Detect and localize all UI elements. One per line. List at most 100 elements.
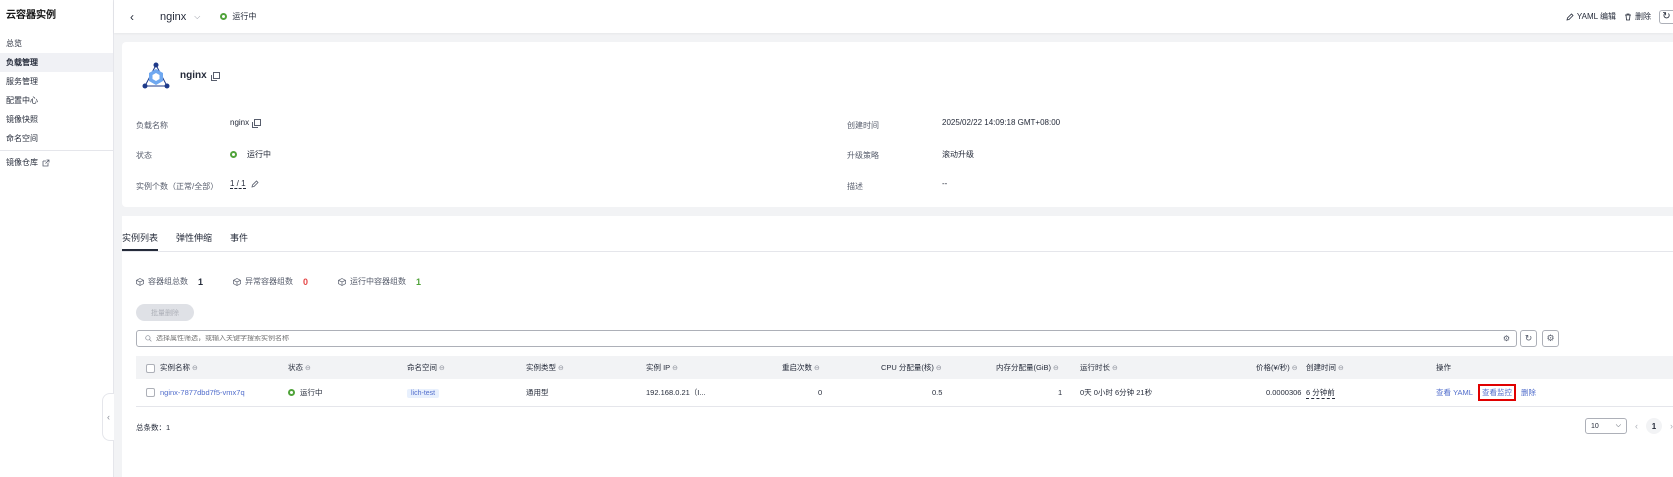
sidebar-item-label: 镜像快照 xyxy=(6,115,38,124)
back-arrow-icon[interactable]: ‹ xyxy=(130,10,140,24)
sidebar-item-workloads[interactable]: 负载管理 xyxy=(0,53,113,72)
sidebar-item-services[interactable]: 服务管理 xyxy=(0,72,113,91)
col-status[interactable]: 状态 xyxy=(288,362,311,373)
sidebar-divider xyxy=(0,150,114,151)
value-upgrade: 滚动升级 xyxy=(942,150,974,159)
sidebar-collapse-handle[interactable]: ‹ xyxy=(102,393,114,441)
row-checkbox[interactable] xyxy=(146,388,155,398)
search-bar[interactable]: ⚙ xyxy=(136,330,1517,347)
sidebar-item-label: 镜像仓库 xyxy=(6,158,38,167)
label-upgrade: 升级策略 xyxy=(847,151,879,160)
batch-delete-button[interactable]: 批量删除 xyxy=(136,304,194,321)
cube-icon xyxy=(136,277,144,286)
cell-type: 通用型 xyxy=(526,388,549,397)
search-icon xyxy=(145,335,152,342)
page-size-select[interactable]: 10 ⌵ xyxy=(1585,418,1627,434)
col-created[interactable]: 创建时间 xyxy=(1306,362,1344,373)
view-yaml-link[interactable]: 查看 YAML xyxy=(1436,387,1473,398)
value-created: 2025/02/22 14:09:18 GMT+08:00 xyxy=(942,118,1061,127)
cell-ip: 192.168.0.21（I... xyxy=(646,388,706,397)
col-price[interactable]: 价格(¥/秒) xyxy=(1256,362,1298,373)
sidebar-item-overview[interactable]: 总览 xyxy=(0,34,113,53)
cell-status-text: 运行中 xyxy=(300,388,323,397)
table-footer: 总条数：1 10 ⌵ ‹ 1 › xyxy=(136,418,1673,438)
yaml-edit-label: YAML 编辑 xyxy=(1576,12,1616,21)
yaml-edit-button[interactable]: YAML 编辑 xyxy=(1566,11,1616,22)
chevron-left-icon: ‹ xyxy=(107,412,110,422)
chevron-down-icon[interactable]: ⌵ xyxy=(194,12,200,22)
workload-title-text: nginx xyxy=(180,70,207,81)
delete-instance-link[interactable]: 删除 xyxy=(1521,387,1536,398)
stat-running-value: 1 xyxy=(416,276,422,287)
page-size-value: 10 xyxy=(1591,422,1599,430)
col-actions: 操作 xyxy=(1436,363,1451,372)
label-workload-name: 负载名称 xyxy=(136,121,168,130)
sidebar-title: 云容器实例 xyxy=(6,10,56,21)
value-workload-name-text: nginx xyxy=(230,118,250,127)
pagination: 10 ⌵ ‹ 1 › xyxy=(1585,418,1673,434)
sidebar-item-label: 负载管理 xyxy=(6,58,38,67)
tab-events[interactable]: 事件 xyxy=(230,226,248,251)
stat-abnormal: 异常容器组数 0 xyxy=(233,276,308,287)
sidebar-item-label: 配置中心 xyxy=(6,96,38,105)
cell-status: 运行中 xyxy=(288,387,323,398)
col-cpu[interactable]: CPU 分配量(核) xyxy=(881,362,942,373)
col-name[interactable]: 实例名称 xyxy=(146,362,198,373)
col-ip[interactable]: 实例 IP xyxy=(646,362,678,373)
cell-created: 6 分钟前 xyxy=(1306,387,1335,399)
sidebar-item-config[interactable]: 配置中心 xyxy=(0,91,113,110)
view-monitor-link[interactable]: 查看监控 xyxy=(1477,384,1516,401)
status-running-icon xyxy=(230,151,237,158)
total-count: 总条数：1 xyxy=(136,423,171,432)
table-row: nginx-7877dbd7f5-vmx7q 运行中 lich-test 通用型… xyxy=(136,379,1673,407)
cell-runtime: 0天 0小时 6分钟 21秒 xyxy=(1080,388,1153,397)
instance-name-link[interactable]: nginx-7877dbd7f5-vmx7q xyxy=(160,388,245,397)
select-all-checkbox[interactable] xyxy=(146,363,155,373)
stat-total-label: 容器组总数 xyxy=(148,277,188,286)
stat-total-value: 1 xyxy=(198,276,204,287)
prev-page-icon[interactable]: ‹ xyxy=(1635,421,1638,431)
value-instance-count: 1 / 1 xyxy=(230,179,259,189)
refresh-icon: ↻ xyxy=(1524,333,1533,343)
refresh-icon[interactable]: ↻ xyxy=(1659,9,1673,24)
col-namespace[interactable]: 命名空间 xyxy=(407,362,445,373)
col-memory[interactable]: 内存分配量(GiB) xyxy=(996,362,1059,373)
tab-bar: 实例列表 弹性伸缩 事件 xyxy=(122,226,1673,252)
workload-title: nginx xyxy=(180,70,220,81)
col-type[interactable]: 实例类型 xyxy=(526,362,564,373)
page-number[interactable]: 1 xyxy=(1646,418,1662,434)
col-runtime[interactable]: 运行时长 xyxy=(1080,362,1118,373)
delete-button[interactable]: 删除 xyxy=(1624,11,1651,22)
stat-total: 容器组总数 1 xyxy=(136,276,203,287)
status-running-icon xyxy=(288,389,295,396)
label-status: 状态 xyxy=(136,151,152,160)
search-input[interactable] xyxy=(156,335,1476,342)
col-restarts[interactable]: 重启次数 xyxy=(782,362,820,373)
sidebar-item-label: 命名空间 xyxy=(6,134,38,143)
stat-abnormal-value: 0 xyxy=(303,276,309,287)
search-settings-icon[interactable]: ⚙ xyxy=(1503,334,1510,343)
delete-label: 删除 xyxy=(1635,12,1651,21)
namespace-tag: lich-test xyxy=(407,388,440,398)
instance-panel: 实例列表 弹性伸缩 事件 容器组总数 1 异常容器组数 0 运行中容器组数 1 … xyxy=(122,216,1673,477)
sidebar: 云容器实例 总览 负载管理 服务管理 配置中心 镜像快照 命名空间 镜像仓库 ‹ xyxy=(0,0,114,477)
header-actions: YAML 编辑 删除 ↻ xyxy=(1566,0,1673,33)
tab-instances[interactable]: 实例列表 xyxy=(122,226,159,251)
tab-autoscaling[interactable]: 弹性伸缩 xyxy=(176,226,212,251)
sidebar-item-snapshots[interactable]: 镜像快照 xyxy=(0,110,113,129)
label-description: 描述 xyxy=(847,182,863,191)
value-status-text: 运行中 xyxy=(247,150,271,159)
sidebar-item-registry[interactable]: 镜像仓库 xyxy=(0,153,113,172)
sidebar-item-namespaces[interactable]: 命名空间 xyxy=(0,129,113,148)
sidebar-menu: 总览 负载管理 服务管理 配置中心 镜像快照 命名空间 镜像仓库 xyxy=(0,34,114,172)
cube-warning-icon xyxy=(233,277,241,286)
edit-icon xyxy=(1566,12,1574,21)
edit-icon[interactable] xyxy=(251,180,259,188)
chevron-down-icon: ⌵ xyxy=(1615,422,1621,429)
table-settings-button[interactable]: ⚙ xyxy=(1542,330,1559,347)
copy-icon[interactable] xyxy=(210,72,220,81)
refresh-list-button[interactable]: ↻ xyxy=(1520,330,1537,347)
copy-icon[interactable] xyxy=(252,119,262,128)
stat-running-label: 运行中容器组数 xyxy=(350,277,407,286)
cell-namespace: lich-test xyxy=(407,388,440,398)
